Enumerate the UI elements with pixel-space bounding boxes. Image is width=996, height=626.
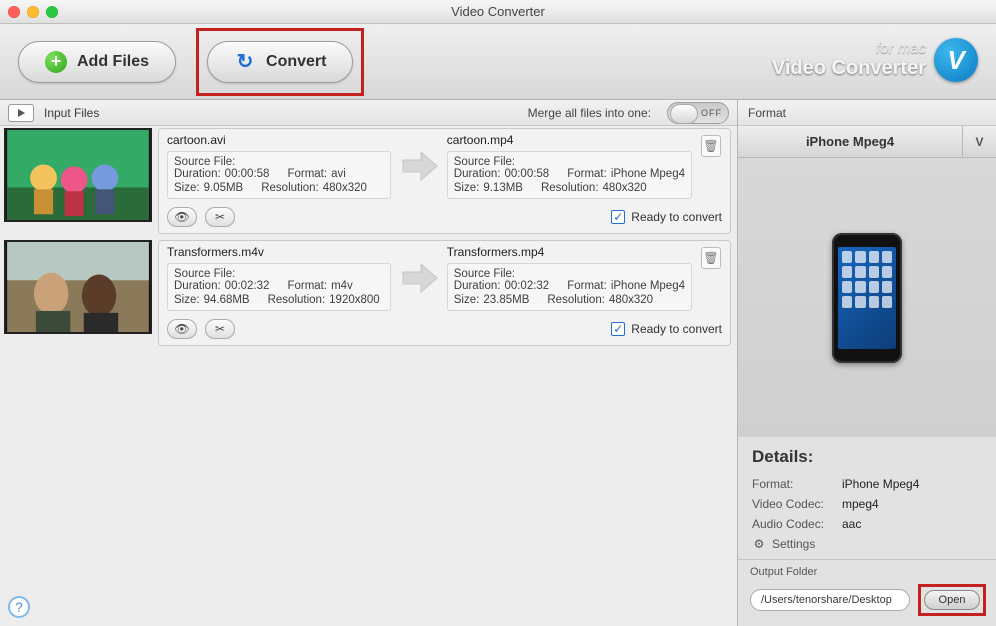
right-panel: Format iPhone Mpeg4 V Details: Format:iP… — [738, 100, 996, 626]
preview-button[interactable]: 👁 — [167, 207, 197, 227]
file-card: cartoon.avi Source File: Duration:00:00:… — [158, 128, 731, 234]
output-path-field[interactable]: /Users/tenorshare/Desktop — [750, 589, 910, 611]
file-item: cartoon.avi Source File: Duration:00:00:… — [4, 128, 731, 234]
scissors-icon: ✂ — [215, 322, 225, 336]
convert-button[interactable]: ↻ Convert — [207, 41, 353, 83]
merge-label: Merge all files into one: — [528, 106, 651, 120]
eye-icon: 👁 — [174, 322, 189, 336]
brand-subtitle: for mac — [772, 40, 926, 57]
settings-button[interactable]: ⚙ Settings — [752, 537, 984, 551]
format-side-tab[interactable]: V — [962, 126, 996, 157]
preview-button[interactable]: 👁 — [167, 319, 197, 339]
target-column: Transformers.mp4 Source File: Duration:0… — [447, 245, 692, 311]
file-item: Transformers.m4v Source File: Duration:0… — [4, 240, 731, 346]
iphone-icon — [832, 233, 902, 363]
delete-button[interactable]: 🗑 — [698, 133, 724, 199]
ready-label: Ready to convert — [631, 210, 722, 224]
help-button[interactable]: ? — [8, 596, 30, 618]
refresh-icon: ↻ — [234, 51, 256, 73]
target-file-label: Source File: — [454, 268, 685, 280]
details-section: Details: Format:iPhone Mpeg4 Video Codec… — [738, 437, 996, 559]
settings-label: Settings — [772, 537, 815, 551]
play-icon[interactable] — [8, 104, 34, 122]
format-selector[interactable]: iPhone Mpeg4 V — [738, 126, 996, 158]
target-filename: Transformers.mp4 — [447, 245, 692, 259]
open-button[interactable]: Open — [924, 590, 980, 610]
brand-logo-icon: V — [934, 38, 978, 82]
trash-icon: 🗑 — [701, 135, 721, 157]
video-thumbnail[interactable] — [4, 240, 152, 334]
gear-icon: ⚙ — [752, 537, 766, 551]
add-files-button[interactable]: + Add Files — [18, 41, 176, 83]
output-folder-label: Output Folder — [750, 566, 986, 578]
merge-toggle[interactable]: OFF — [667, 102, 729, 124]
content-area: Input Files Merge all files into one: OF… — [0, 100, 996, 626]
device-preview — [738, 158, 996, 437]
target-file-label: Source File: — [454, 156, 685, 168]
delete-button[interactable]: 🗑 — [698, 245, 724, 311]
brand-area: for mac Video Converter V — [772, 38, 978, 82]
convert-label: Convert — [266, 53, 326, 71]
main-toolbar: + Add Files ↻ Convert for mac Video Conv… — [0, 24, 996, 100]
details-title: Details: — [752, 447, 984, 467]
plus-icon: + — [45, 51, 67, 73]
input-files-header: Input Files Merge all files into one: OF… — [0, 100, 737, 126]
format-header: Format — [738, 100, 996, 126]
trim-button[interactable]: ✂ — [205, 207, 235, 227]
ready-checkbox[interactable]: ✓ Ready to convert — [611, 210, 722, 224]
source-column: cartoon.avi Source File: Duration:00:00:… — [167, 133, 391, 199]
window-title: Video Converter — [0, 4, 996, 19]
target-column: cartoon.mp4 Source File: Duration:00:00:… — [447, 133, 692, 199]
detail-video-codec: mpeg4 — [842, 497, 879, 511]
video-thumbnail[interactable] — [4, 128, 152, 222]
arrow-icon — [397, 133, 441, 199]
ready-checkbox[interactable]: ✓ Ready to convert — [611, 322, 722, 336]
source-file-label: Source File: — [174, 268, 384, 280]
scissors-icon: ✂ — [215, 210, 225, 224]
convert-highlight-box: ↻ Convert — [196, 28, 364, 96]
source-column: Transformers.m4v Source File: Duration:0… — [167, 245, 391, 311]
title-bar: Video Converter — [0, 0, 996, 24]
source-file-label: Source File: — [174, 156, 384, 168]
brand-title: Video Converter — [772, 57, 926, 80]
check-icon: ✓ — [611, 322, 625, 336]
source-filename: cartoon.avi — [167, 133, 391, 147]
check-icon: ✓ — [611, 210, 625, 224]
ready-label: Ready to convert — [631, 322, 722, 336]
output-folder-section: Output Folder /Users/tenorshare/Desktop … — [738, 559, 996, 626]
left-panel: Input Files Merge all files into one: OF… — [0, 100, 738, 626]
trash-icon: 🗑 — [701, 247, 721, 269]
trim-button[interactable]: ✂ — [205, 319, 235, 339]
selected-format-label: iPhone Mpeg4 — [738, 126, 962, 157]
target-filename: cartoon.mp4 — [447, 133, 692, 147]
eye-icon: 👁 — [174, 210, 189, 224]
file-card: Transformers.m4v Source File: Duration:0… — [158, 240, 731, 346]
open-highlight-box: Open — [918, 584, 986, 616]
input-files-label: Input Files — [44, 106, 99, 120]
detail-audio-codec: aac — [842, 517, 861, 531]
source-filename: Transformers.m4v — [167, 245, 391, 259]
arrow-icon — [397, 245, 441, 311]
add-files-label: Add Files — [77, 53, 149, 71]
question-icon: ? — [15, 599, 23, 615]
detail-format: iPhone Mpeg4 — [842, 477, 919, 491]
file-list: cartoon.avi Source File: Duration:00:00:… — [0, 126, 737, 626]
